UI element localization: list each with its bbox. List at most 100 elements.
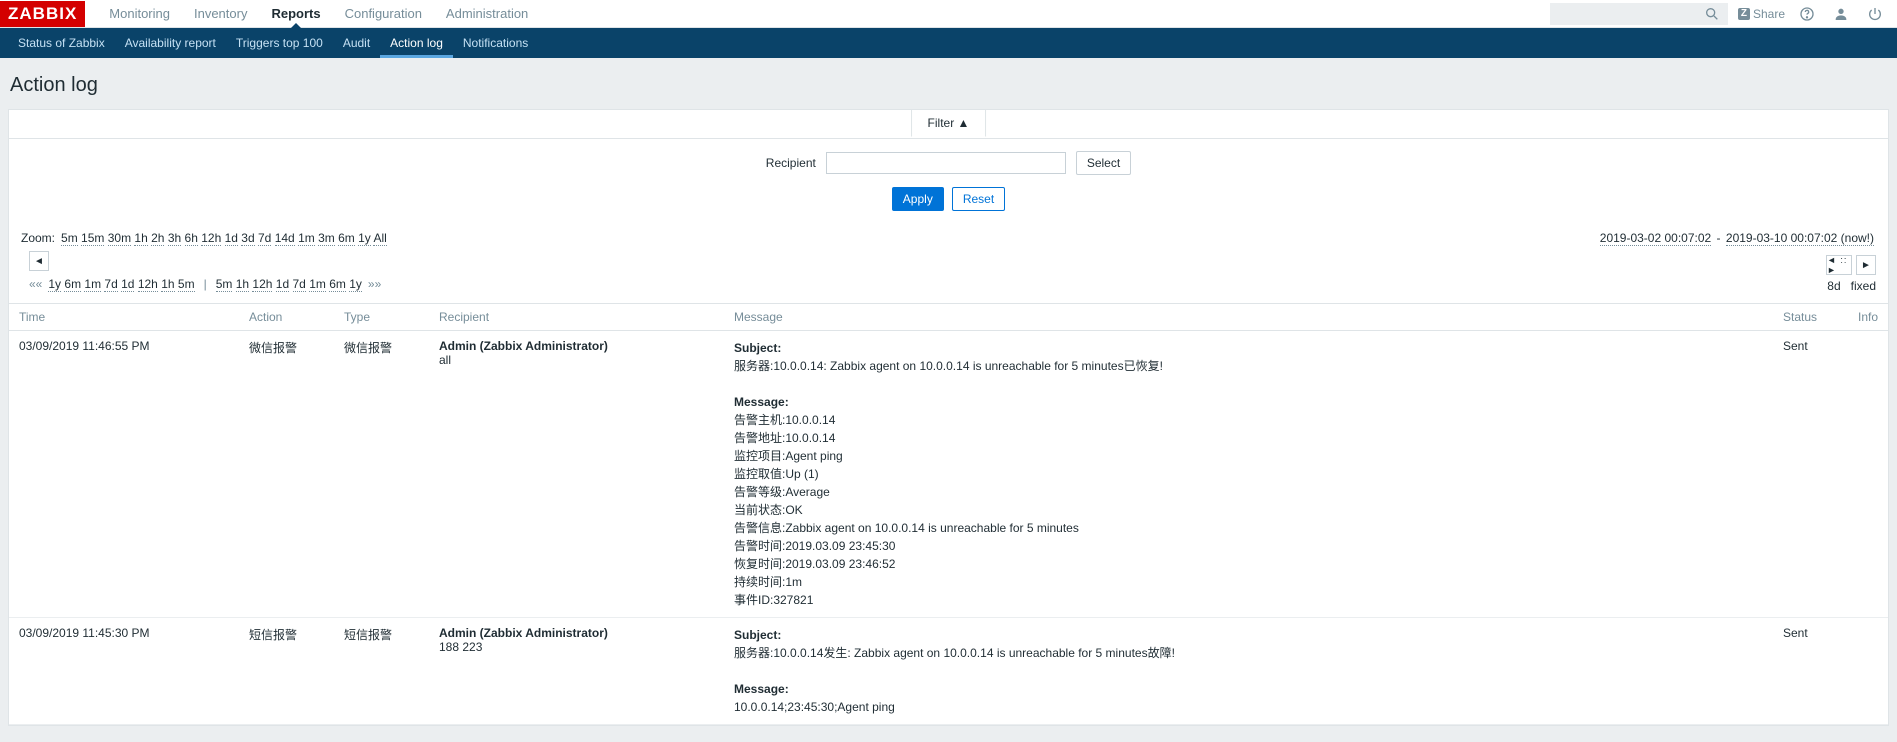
zoom-option-6h[interactable]: 6h	[185, 231, 198, 246]
zoom-option-3d[interactable]: 3d	[241, 231, 254, 246]
cell-type: 短信报警	[334, 618, 429, 725]
shift-fwd-label[interactable]: »»	[368, 277, 381, 291]
col-header-message: Message	[724, 304, 1773, 331]
shift-fwd-1m[interactable]: 1m	[309, 277, 326, 292]
help-icon[interactable]	[1795, 6, 1819, 22]
shift-back-6m[interactable]: 6m	[64, 277, 81, 292]
table-row: 03/09/2019 11:46:55 PM微信报警微信报警Admin (Zab…	[9, 331, 1888, 618]
zoom-option-12h[interactable]: 12h	[201, 231, 221, 246]
zoom-option-All[interactable]: All	[373, 231, 386, 246]
recipient-label: Recipient	[766, 156, 816, 170]
zoom-option-1m[interactable]: 1m	[298, 231, 315, 246]
page-title: Action log	[10, 74, 1889, 97]
nav-next-button[interactable]: ►	[1856, 255, 1876, 275]
topnav-item-reports[interactable]: Reports	[259, 0, 332, 28]
zoom-option-30m[interactable]: 30m	[108, 231, 131, 246]
select-button[interactable]: Select	[1076, 151, 1131, 175]
user-icon[interactable]	[1829, 6, 1853, 22]
shift-fwd-6m[interactable]: 6m	[329, 277, 346, 292]
time-span: 8d	[1827, 279, 1840, 293]
z-badge-icon: Z	[1738, 8, 1750, 20]
table-header-row: TimeActionTypeRecipientMessageStatusInfo	[9, 304, 1888, 331]
logo[interactable]: ZABBIX	[0, 1, 85, 27]
cell-status: Sent	[1773, 618, 1848, 725]
subnav-item-audit[interactable]: Audit	[333, 28, 380, 58]
table-row: 03/09/2019 11:45:30 PM短信报警短信报警Admin (Zab…	[9, 618, 1888, 725]
cell-info	[1848, 331, 1888, 618]
zoom-option-1h[interactable]: 1h	[134, 231, 147, 246]
topnav-item-administration[interactable]: Administration	[434, 0, 540, 28]
subnav: Status of ZabbixAvailability reportTrigg…	[0, 28, 1897, 58]
subnav-item-triggers-top-100[interactable]: Triggers top 100	[226, 28, 333, 58]
zoom-option-3m[interactable]: 3m	[318, 231, 335, 246]
cell-action: 微信报警	[239, 331, 334, 618]
cell-message: Subject:服务器:10.0.0.14: Zabbix agent on 1…	[724, 331, 1773, 618]
col-header-type: Type	[334, 304, 429, 331]
zoom-option-1y[interactable]: 1y	[358, 231, 371, 246]
shift-back-12h[interactable]: 12h	[138, 277, 158, 292]
search-icon[interactable]	[1700, 6, 1724, 22]
power-icon[interactable]	[1863, 6, 1887, 22]
search-input[interactable]	[1550, 3, 1700, 25]
search-wrap	[1550, 3, 1728, 25]
cell-recipient: Admin (Zabbix Administrator)all	[429, 331, 724, 618]
range-from[interactable]: 2019-03-02 00:07:02	[1600, 231, 1711, 246]
zoom-option-1d[interactable]: 1d	[225, 231, 238, 246]
col-header-status: Status	[1773, 304, 1848, 331]
shift-back-1m[interactable]: 1m	[84, 277, 101, 292]
topnav-item-inventory[interactable]: Inventory	[182, 0, 259, 28]
share-label: Share	[1753, 7, 1785, 21]
shift-back-5m[interactable]: 5m	[178, 277, 195, 292]
zoom-option-5m[interactable]: 5m	[61, 231, 78, 246]
shift-back-1y[interactable]: 1y	[48, 277, 61, 292]
time-navigator: Zoom: 5m 15m 30m 1h 2h 3h 6h 12h 1d 3d 7…	[9, 221, 1888, 297]
cell-action: 短信报警	[239, 618, 334, 725]
range-to[interactable]: 2019-03-10 00:07:02 (now!)	[1726, 231, 1874, 246]
topnav-item-configuration[interactable]: Configuration	[333, 0, 434, 28]
cell-message: Subject:服务器:10.0.0.14发生: Zabbix agent on…	[724, 618, 1773, 725]
shift-back-1d[interactable]: 1d	[121, 277, 134, 292]
time-mode[interactable]: fixed	[1851, 279, 1876, 293]
filter-panel: Filter ▲ Recipient Select Apply Reset Zo…	[8, 109, 1889, 726]
col-header-action: Action	[239, 304, 334, 331]
topnav-item-monitoring[interactable]: Monitoring	[97, 0, 182, 28]
shift-fwd-1d[interactable]: 1d	[276, 277, 289, 292]
subnav-item-availability-report[interactable]: Availability report	[115, 28, 226, 58]
share-button[interactable]: Z Share	[1738, 7, 1785, 21]
shift-fwd-7d[interactable]: 7d	[293, 277, 306, 292]
shift-fwd-12h[interactable]: 12h	[252, 277, 272, 292]
cell-info	[1848, 618, 1888, 725]
shift-back-label[interactable]: ««	[29, 277, 42, 291]
recipient-input[interactable]	[826, 152, 1066, 174]
subnav-item-status-of-zabbix[interactable]: Status of Zabbix	[8, 28, 115, 58]
shift-back-1h[interactable]: 1h	[161, 277, 174, 292]
zoom-option-2h[interactable]: 2h	[151, 231, 164, 246]
col-header-time: Time	[9, 304, 239, 331]
shift-fwd-1y[interactable]: 1y	[349, 277, 362, 292]
cell-time: 03/09/2019 11:46:55 PM	[9, 331, 239, 618]
cell-status: Sent	[1773, 331, 1848, 618]
zoom-label: Zoom:	[21, 231, 55, 245]
col-header-info: Info	[1848, 304, 1888, 331]
subnav-item-action-log[interactable]: Action log	[380, 28, 453, 58]
zoom-option-14d[interactable]: 14d	[275, 231, 295, 246]
nav-prev-button[interactable]: ◄	[29, 251, 49, 271]
topnav: ZABBIX MonitoringInventoryReportsConfigu…	[0, 0, 1897, 28]
cell-type: 微信报警	[334, 331, 429, 618]
zoom-option-15m[interactable]: 15m	[81, 231, 104, 246]
col-header-recipient: Recipient	[429, 304, 724, 331]
zoom-option-7d[interactable]: 7d	[258, 231, 271, 246]
action-log-table: TimeActionTypeRecipientMessageStatusInfo…	[9, 303, 1888, 725]
filter-tab-label: Filter ▲	[928, 116, 970, 130]
shift-fwd-5m[interactable]: 5m	[216, 277, 233, 292]
zoom-option-3h[interactable]: 3h	[168, 231, 181, 246]
shift-fwd-1h[interactable]: 1h	[236, 277, 249, 292]
subnav-item-notifications[interactable]: Notifications	[453, 28, 538, 58]
filter-toggle-tab[interactable]: Filter ▲	[911, 109, 987, 137]
reset-button[interactable]: Reset	[952, 187, 1005, 211]
nav-zoom-button[interactable]: ◄ :: ►	[1826, 255, 1852, 275]
shift-back-7d[interactable]: 7d	[104, 277, 117, 292]
apply-button[interactable]: Apply	[892, 187, 944, 211]
cell-time: 03/09/2019 11:45:30 PM	[9, 618, 239, 725]
zoom-option-6m[interactable]: 6m	[338, 231, 355, 246]
